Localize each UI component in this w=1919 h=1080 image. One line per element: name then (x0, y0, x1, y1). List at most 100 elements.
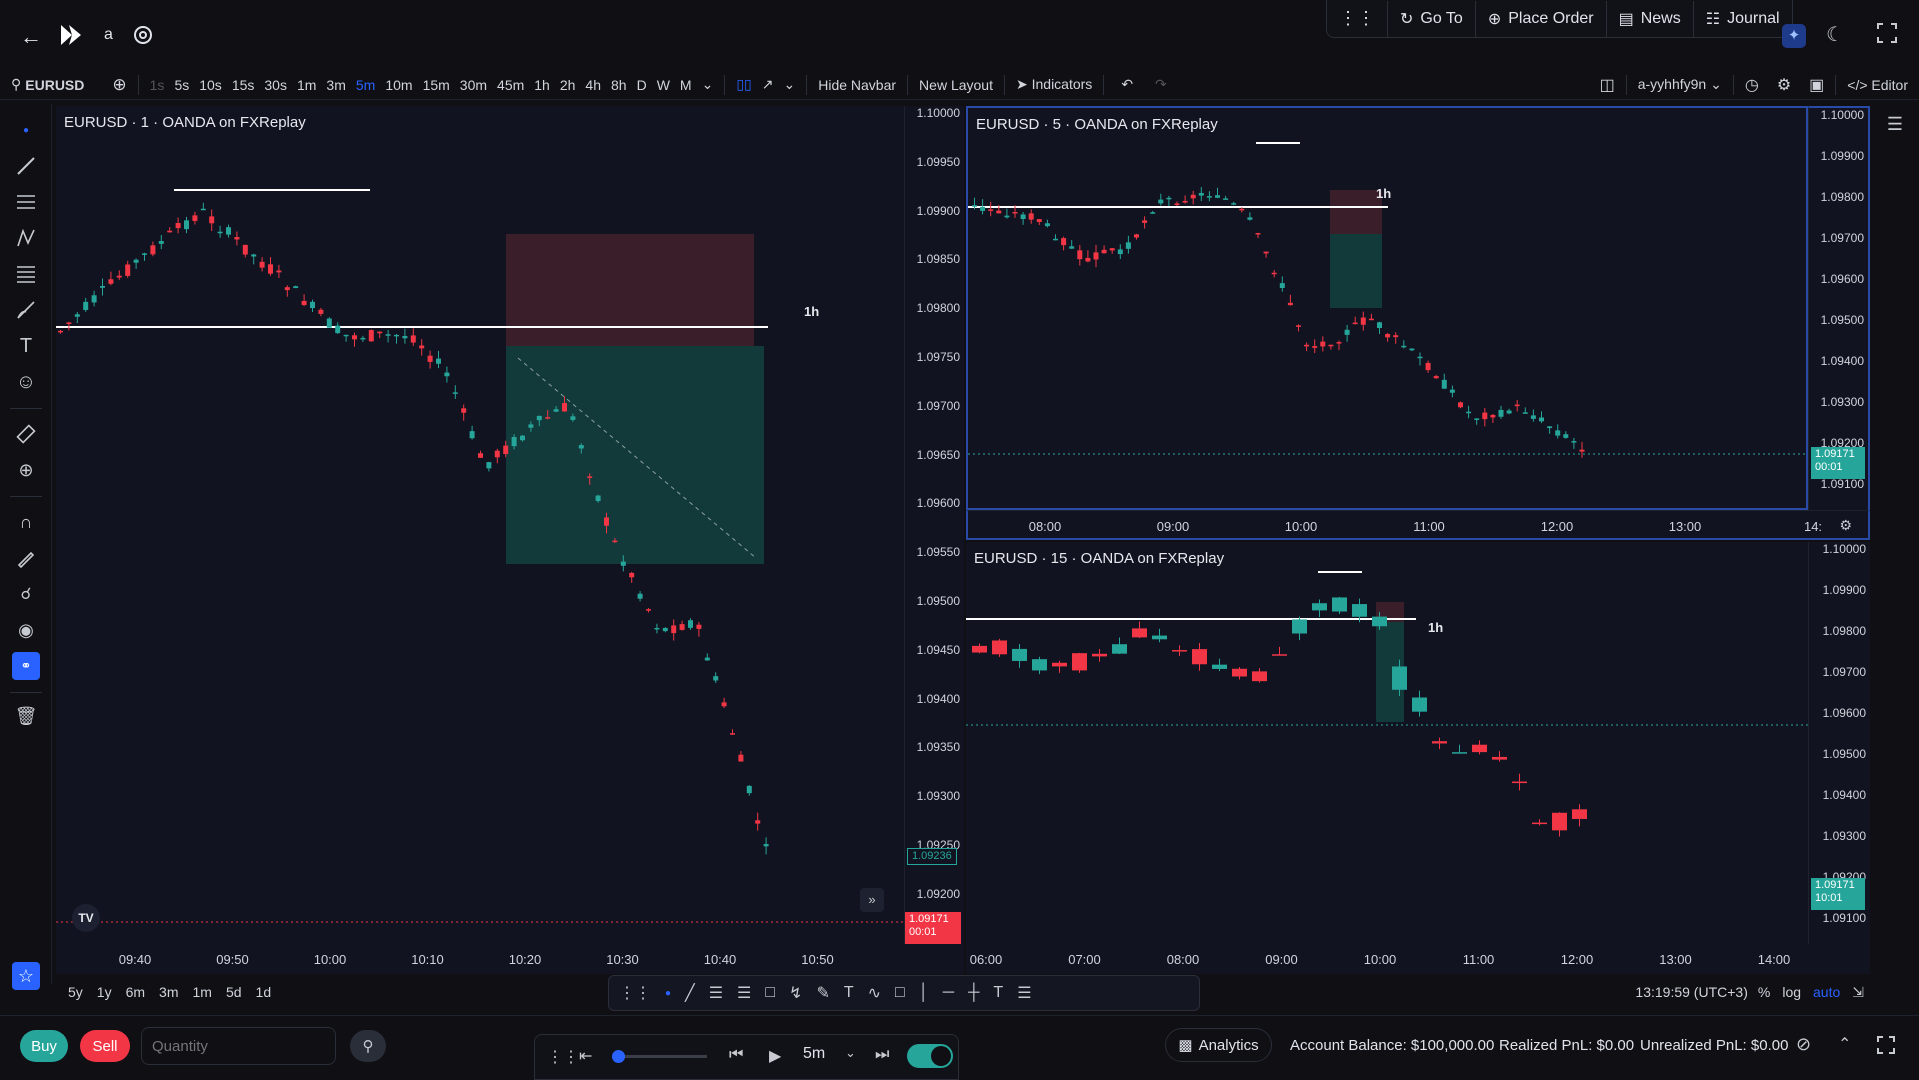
wave-icon[interactable]: ∿ (868, 983, 881, 1003)
scroll-right-icon[interactable]: » (860, 888, 884, 912)
time-axis-1m[interactable]: 09:40 09:50 10:00 10:10 10:20 10:30 10:40 10:50 (56, 944, 964, 974)
indicators-button[interactable]: ➤ Indicators (1011, 76, 1097, 93)
hlines-icon[interactable]: ☰ (709, 983, 723, 1003)
jump-start-icon[interactable]: ⇤ (579, 1046, 592, 1066)
alert-clock-icon[interactable]: ◷ (1740, 75, 1764, 95)
menu-icon[interactable]: ☰ (1017, 983, 1031, 1003)
add-symbol-icon[interactable]: ⊕ (107, 75, 131, 95)
lock-pen-icon[interactable] (12, 544, 40, 572)
axis-settings-icon[interactable]: ⚙ (1839, 517, 1852, 534)
layers-icon[interactable]: ☰ (1871, 104, 1919, 144)
step-forward-icon[interactable]: ⏭ (875, 1046, 889, 1064)
expand-icon[interactable]: ⇲ (1852, 984, 1864, 1001)
fullscreen-icon[interactable] (1877, 1036, 1895, 1054)
text-tool-icon[interactable]: T (12, 332, 40, 360)
editor-button[interactable]: </> Editor (1842, 77, 1913, 93)
fullscreen-icon[interactable] (1876, 22, 1898, 44)
log-toggle[interactable]: log (1782, 984, 1801, 1000)
time-axis-15m[interactable]: 06:00 07:00 08:00 09:00 10:00 11:00 12:00 13:00… (966, 944, 1870, 974)
timeframe-30m[interactable]: 30m (455, 77, 492, 93)
timeframe-4h[interactable]: 4h (580, 77, 606, 93)
layout-grid-icon[interactable]: ◫ (1595, 75, 1620, 95)
chart-pane-15m[interactable]: EURUSD · 15 · OANDA on FXReplay 1h (966, 542, 1808, 944)
order-lock-icon[interactable]: ⚲ (350, 1030, 386, 1062)
lock-icon[interactable]: ☌ (12, 580, 40, 608)
hline-icon[interactable]: ─ (943, 984, 954, 1002)
username[interactable]: a (104, 26, 113, 44)
rectangle-icon[interactable]: □ (765, 984, 775, 1002)
moon-icon[interactable]: ☾ (1826, 22, 1844, 47)
magnet-icon[interactable]: ∩ (12, 508, 40, 536)
price-axis-1m[interactable]: 1.10000 1.09950 1.09900 1.09850 1.09800 1.097… (904, 106, 964, 946)
trend-line-icon[interactable] (12, 152, 40, 180)
camera-icon[interactable]: ▣ (1804, 75, 1829, 95)
timeframe-10m[interactable]: 10m (380, 77, 417, 93)
timeframe-8h[interactable]: 8h (606, 77, 632, 93)
analytics-button[interactable]: ▩ Analytics (1165, 1028, 1272, 1062)
range-1d[interactable]: 1d (256, 984, 272, 1000)
undo-icon[interactable]: ↶ (1116, 76, 1138, 93)
chart-settings-icon[interactable]: ⚙ (1772, 75, 1796, 95)
layout-name-select[interactable]: a-yyhhfy9n ⌄ (1633, 76, 1727, 93)
path-icon[interactable]: ↯ (789, 983, 802, 1003)
timeframe-1m[interactable]: 1m (292, 77, 321, 93)
price-axis-15m[interactable]: 1.10000 1.09900 1.09800 1.09700 1.09600 1.095… (1808, 542, 1870, 944)
goto-button[interactable]: ↻ Go To (1387, 0, 1475, 37)
dot-icon[interactable]: ● (665, 988, 671, 999)
quantity-input[interactable] (141, 1027, 336, 1065)
favorites-star-icon[interactable]: ☆ (12, 962, 40, 990)
horizontal-lines-icon[interactable] (12, 188, 40, 216)
cursor-dot-icon[interactable]: ● (12, 116, 40, 144)
news-button[interactable]: ▤ News (1605, 0, 1693, 37)
range-1m[interactable]: 1m (193, 984, 212, 1000)
crosshair-icon[interactable]: ┼ (968, 984, 979, 1002)
line-chart-icon[interactable]: ↗ (757, 76, 779, 93)
timeframe-W[interactable]: W (652, 77, 675, 93)
comment-icon[interactable]: □ (895, 984, 905, 1002)
chevron-down-icon[interactable]: ⌄ (697, 76, 719, 93)
auto-toggle[interactable]: auto (1813, 984, 1840, 1000)
brush-icon[interactable] (12, 296, 40, 324)
range-5y[interactable]: 5y (68, 984, 83, 1000)
settings-gear-icon[interactable] (132, 24, 154, 49)
trash-icon[interactable]: 🗑 (12, 702, 40, 730)
drag-handle-icon[interactable]: ⋮⋮ (619, 983, 651, 1003)
timeframe-M[interactable]: M (675, 77, 697, 93)
vline-icon[interactable]: │ (919, 984, 929, 1002)
timeframe-5s[interactable]: 5s (169, 77, 194, 93)
chevron-down-icon[interactable]: ⌄ (778, 76, 800, 93)
nav-grid-icon[interactable]: ⋮⋮ (1327, 1, 1387, 37)
symbol-search[interactable]: ⚲ EURUSD (6, 76, 89, 93)
zoom-in-icon[interactable]: ⊕ (12, 456, 40, 484)
fxreplay-logo-icon[interactable] (58, 22, 84, 51)
eraser-icon[interactable]: ✎ (816, 983, 829, 1003)
fib-tool-icon[interactable] (12, 260, 40, 288)
drag-handle-icon[interactable]: ⋮⋮ (547, 1047, 579, 1067)
timeframe-1h[interactable]: 1h (529, 77, 555, 93)
chevron-up-icon[interactable]: ⌃ (1838, 1034, 1851, 1054)
hide-navbar-button[interactable]: Hide Navbar (813, 77, 901, 93)
timeframe-5m[interactable]: 5m (351, 77, 380, 93)
percent-toggle[interactable]: % (1758, 984, 1770, 1000)
pattern-tool-icon[interactable] (12, 224, 40, 252)
play-icon[interactable]: ▶ (769, 1046, 781, 1066)
progress-handle[interactable] (612, 1050, 625, 1063)
buy-button[interactable]: Buy (20, 1030, 68, 1062)
speed-select[interactable]: 5m (803, 1045, 825, 1063)
ruler-icon[interactable] (12, 420, 40, 448)
timeframe-10s[interactable]: 10s (194, 77, 227, 93)
chart-pane-5m[interactable]: EURUSD · 5 · OANDA on FXReplay 1h (966, 106, 1808, 510)
timeframe-3m[interactable]: 3m (321, 77, 350, 93)
sell-button[interactable]: Sell (80, 1030, 130, 1062)
candles-icon[interactable]: ▯▯ (731, 76, 756, 93)
new-layout-button[interactable]: New Layout (914, 77, 998, 93)
text-icon[interactable]: T (844, 984, 854, 1002)
line-icon[interactable]: ╱ (685, 983, 695, 1003)
tradingview-logo-icon[interactable]: TV (72, 904, 100, 932)
chevron-down-icon[interactable]: ⌄ (845, 1045, 856, 1061)
redo-icon[interactable]: ↷ (1150, 76, 1172, 93)
fib-icon[interactable]: ☰ (737, 983, 751, 1003)
range-3m[interactable]: 3m (159, 984, 178, 1000)
place-order-button[interactable]: ⊕ Place Order (1474, 0, 1606, 37)
range-6m[interactable]: 6m (126, 984, 145, 1000)
